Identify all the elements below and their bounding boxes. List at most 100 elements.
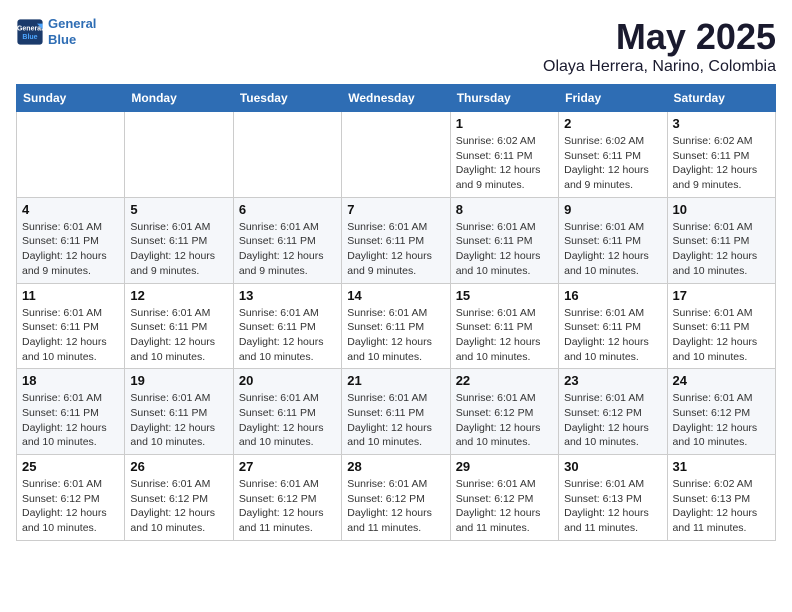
calendar-cell: 29 Sunrise: 6:01 AM Sunset: 6:12 PM Dayli… <box>450 455 558 541</box>
day-number: 10 <box>673 202 770 217</box>
day-info: Sunrise: 6:01 AM Sunset: 6:11 PM Dayligh… <box>456 220 553 279</box>
day-number: 18 <box>22 373 119 388</box>
day-info: Sunrise: 6:01 AM Sunset: 6:11 PM Dayligh… <box>347 391 444 450</box>
day-number: 23 <box>564 373 661 388</box>
calendar-cell: 18 Sunrise: 6:01 AM Sunset: 6:11 PM Dayli… <box>17 369 125 455</box>
day-number: 24 <box>673 373 770 388</box>
calendar-cell: 9 Sunrise: 6:01 AM Sunset: 6:11 PM Daylig… <box>559 197 667 283</box>
weekday-header-thursday: Thursday <box>450 85 558 112</box>
day-number: 20 <box>239 373 336 388</box>
day-number: 4 <box>22 202 119 217</box>
calendar-cell: 22Sunrise: 6:01 AM Sunset: 6:12 PM Dayli… <box>450 369 558 455</box>
day-number: 3 <box>673 116 770 131</box>
day-info: Sunrise: 6:01 AM Sunset: 6:12 PM Dayligh… <box>673 391 770 450</box>
day-info: Sunrise: 6:01 AM Sunset: 6:11 PM Dayligh… <box>22 220 119 279</box>
calendar-cell: 10 Sunrise: 6:01 AM Sunset: 6:11 PM Dayli… <box>667 197 775 283</box>
day-info: Sunrise: 6:01 AM Sunset: 6:12 PM Dayligh… <box>130 477 227 536</box>
day-number: 27 <box>239 459 336 474</box>
calendar-cell <box>125 112 233 198</box>
calendar-cell: 19 Sunrise: 6:01 AM Sunset: 6:11 PM Dayli… <box>125 369 233 455</box>
day-info: Sunrise: 6:01 AM Sunset: 6:11 PM Dayligh… <box>347 306 444 365</box>
day-number: 8 <box>456 202 553 217</box>
calendar-cell: 1 Sunrise: 6:02 AM Sunset: 6:11 PM Daylig… <box>450 112 558 198</box>
calendar-cell: 7Sunrise: 6:01 AM Sunset: 6:11 PM Daylig… <box>342 197 450 283</box>
day-number: 22 <box>456 373 553 388</box>
location-title: Olaya Herrera, Narino, Colombia <box>543 58 776 76</box>
day-number: 5 <box>130 202 227 217</box>
day-number: 14 <box>347 288 444 303</box>
day-number: 19 <box>130 373 227 388</box>
day-info: Sunrise: 6:01 AM Sunset: 6:11 PM Dayligh… <box>564 220 661 279</box>
calendar-cell: 8 Sunrise: 6:01 AM Sunset: 6:11 PM Daylig… <box>450 197 558 283</box>
calendar-cell: 26 Sunrise: 6:01 AM Sunset: 6:12 PM Dayli… <box>125 455 233 541</box>
calendar-cell: 3 Sunrise: 6:02 AM Sunset: 6:11 PM Daylig… <box>667 112 775 198</box>
calendar-cell: 16Sunrise: 6:01 AM Sunset: 6:11 PM Dayli… <box>559 283 667 369</box>
weekday-header-sunday: Sunday <box>17 85 125 112</box>
calendar-cell: 24 Sunrise: 6:01 AM Sunset: 6:12 PM Dayli… <box>667 369 775 455</box>
day-number: 12 <box>130 288 227 303</box>
svg-text:Blue: Blue <box>22 34 37 41</box>
calendar-cell: 25 Sunrise: 6:01 AM Sunset: 6:12 PM Dayli… <box>17 455 125 541</box>
day-info: Sunrise: 6:01 AM Sunset: 6:12 PM Dayligh… <box>239 477 336 536</box>
calendar-cell: 11 Sunrise: 6:01 AM Sunset: 6:11 PM Dayli… <box>17 283 125 369</box>
calendar-cell <box>342 112 450 198</box>
day-info: Sunrise: 6:02 AM Sunset: 6:11 PM Dayligh… <box>564 134 661 193</box>
calendar-cell: 17 Sunrise: 6:01 AM Sunset: 6:11 PM Dayli… <box>667 283 775 369</box>
day-number: 11 <box>22 288 119 303</box>
day-info: Sunrise: 6:01 AM Sunset: 6:11 PM Dayligh… <box>22 306 119 365</box>
day-number: 13 <box>239 288 336 303</box>
calendar-cell: 27 Sunrise: 6:01 AM Sunset: 6:12 PM Dayli… <box>233 455 341 541</box>
weekday-header-friday: Friday <box>559 85 667 112</box>
day-number: 2 <box>564 116 661 131</box>
day-info: Sunrise: 6:02 AM Sunset: 6:13 PM Dayligh… <box>673 477 770 536</box>
day-info: Sunrise: 6:01 AM Sunset: 6:11 PM Dayligh… <box>130 391 227 450</box>
day-number: 31 <box>673 459 770 474</box>
calendar-cell: 13 Sunrise: 6:01 AM Sunset: 6:11 PM Dayli… <box>233 283 341 369</box>
day-info: Sunrise: 6:01 AM Sunset: 6:11 PM Dayligh… <box>239 391 336 450</box>
title-area: May 2025 Olaya Herrera, Narino, Colombia <box>543 16 776 76</box>
day-info: Sunrise: 6:01 AM Sunset: 6:13 PM Dayligh… <box>564 477 661 536</box>
calendar-cell: 21 Sunrise: 6:01 AM Sunset: 6:11 PM Dayli… <box>342 369 450 455</box>
day-info: Sunrise: 6:01 AM Sunset: 6:12 PM Dayligh… <box>347 477 444 536</box>
calendar-cell: 2 Sunrise: 6:02 AM Sunset: 6:11 PM Daylig… <box>559 112 667 198</box>
day-info: Sunrise: 6:02 AM Sunset: 6:11 PM Dayligh… <box>673 134 770 193</box>
calendar-cell: 4 Sunrise: 6:01 AM Sunset: 6:11 PM Daylig… <box>17 197 125 283</box>
day-number: 17 <box>673 288 770 303</box>
month-title: May 2025 <box>543 16 776 58</box>
day-info: Sunrise: 6:01 AM Sunset: 6:11 PM Dayligh… <box>130 306 227 365</box>
day-info: Sunrise: 6:01 AM Sunset: 6:11 PM Dayligh… <box>239 306 336 365</box>
calendar-cell <box>17 112 125 198</box>
calendar-cell: 15 Sunrise: 6:01 AM Sunset: 6:11 PM Dayli… <box>450 283 558 369</box>
day-info: Sunrise: 6:01 AM Sunset: 6:12 PM Dayligh… <box>22 477 119 536</box>
day-info: Sunrise: 6:01 AM Sunset: 6:11 PM Dayligh… <box>130 220 227 279</box>
day-info: Sunrise: 6:01 AM Sunset: 6:11 PM Dayligh… <box>239 220 336 279</box>
day-number: 9 <box>564 202 661 217</box>
calendar-cell: 28 Sunrise: 6:01 AM Sunset: 6:12 PM Dayli… <box>342 455 450 541</box>
day-number: 15 <box>456 288 553 303</box>
day-info: Sunrise: 6:02 AM Sunset: 6:11 PM Dayligh… <box>456 134 553 193</box>
calendar-cell: 31 Sunrise: 6:02 AM Sunset: 6:13 PM Dayli… <box>667 455 775 541</box>
day-number: 26 <box>130 459 227 474</box>
weekday-header-wednesday: Wednesday <box>342 85 450 112</box>
weekday-header-tuesday: Tuesday <box>233 85 341 112</box>
day-info: Sunrise: 6:01 AM Sunset: 6:11 PM Dayligh… <box>456 306 553 365</box>
calendar-cell: 5 Sunrise: 6:01 AM Sunset: 6:11 PM Daylig… <box>125 197 233 283</box>
calendar-cell: 20 Sunrise: 6:01 AM Sunset: 6:11 PM Dayli… <box>233 369 341 455</box>
day-number: 7 <box>347 202 444 217</box>
day-info: Sunrise: 6:01 AM Sunset: 6:11 PM Dayligh… <box>22 391 119 450</box>
day-number: 25 <box>22 459 119 474</box>
day-info: Sunrise: 6:01 AM Sunset: 6:11 PM Dayligh… <box>673 220 770 279</box>
day-info: Sunrise: 6:01 AM Sunset: 6:12 PM Dayligh… <box>456 477 553 536</box>
calendar-cell: 14 Sunrise: 6:01 AM Sunset: 6:11 PM Dayli… <box>342 283 450 369</box>
day-number: 1 <box>456 116 553 131</box>
day-number: 21 <box>347 373 444 388</box>
calendar-cell: 12 Sunrise: 6:01 AM Sunset: 6:11 PM Dayli… <box>125 283 233 369</box>
weekday-header-monday: Monday <box>125 85 233 112</box>
day-number: 28 <box>347 459 444 474</box>
day-info: Sunrise: 6:01 AM Sunset: 6:11 PM Dayligh… <box>673 306 770 365</box>
logo: General Blue General Blue <box>16 16 96 47</box>
calendar: SundayMondayTuesdayWednesdayThursdayFrid… <box>16 84 776 541</box>
day-number: 16 <box>564 288 661 303</box>
day-number: 29 <box>456 459 553 474</box>
day-number: 6 <box>239 202 336 217</box>
